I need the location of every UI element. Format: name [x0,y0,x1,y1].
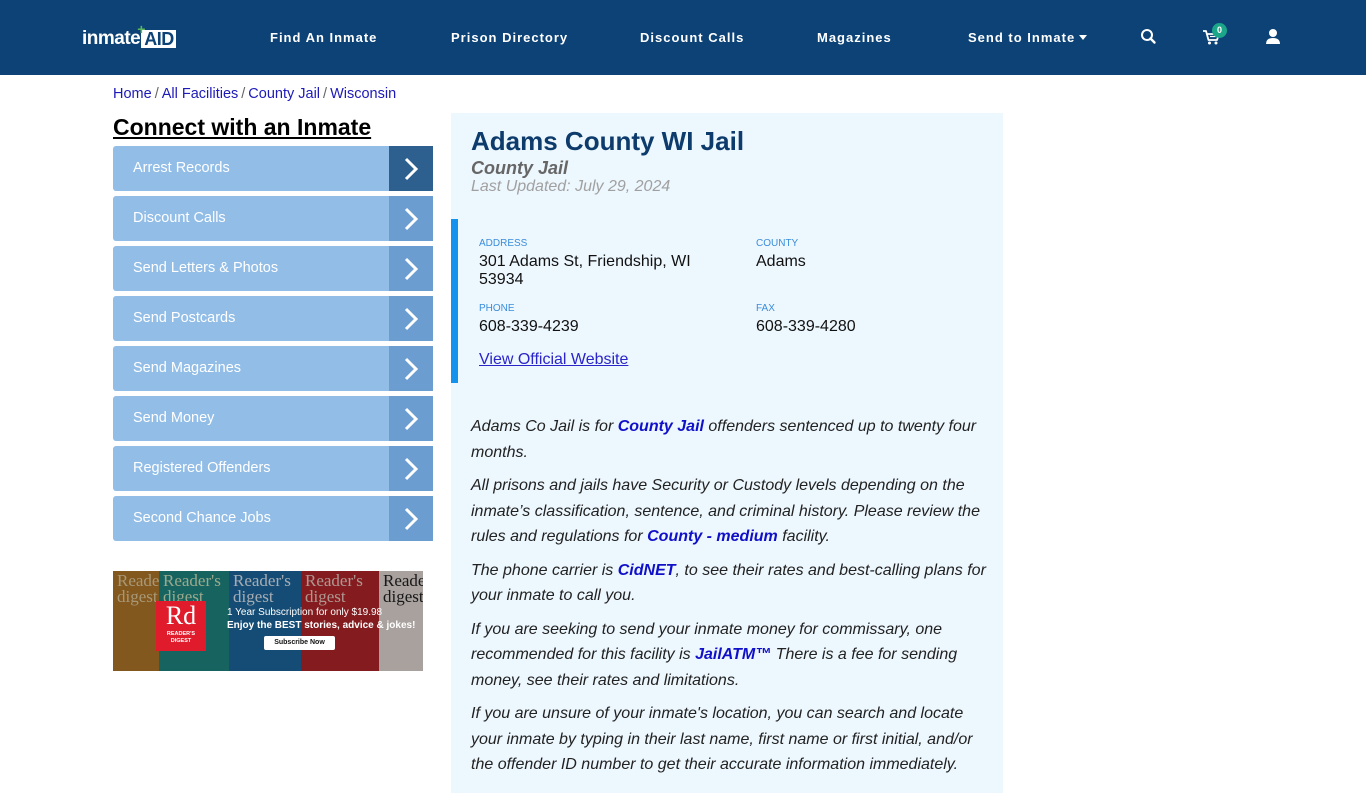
breadcrumb-home[interactable]: Home [113,86,152,102]
jailatm-link[interactable]: JailATM™ [695,646,771,663]
account-button[interactable] [1262,26,1284,48]
subscribe-now-button[interactable]: Subscribe Now [264,636,335,650]
phone-value: 608-339-4239 [479,318,579,335]
county-medium-link[interactable]: County - medium [647,528,778,545]
nav-magazines[interactable]: Magazines [817,29,892,47]
address-line2: 53934 [479,271,524,288]
chevron-right-icon [389,396,433,441]
fax-value: 608-339-4280 [756,318,856,335]
logo-text-aid: + AID [137,22,176,49]
cidnet-link[interactable]: CidNET [618,562,676,579]
ad-tagline: Enjoy the BEST stories, advice & jokes! [227,620,416,631]
paragraph-locate: If you are unsure of your inmate's locat… [471,701,991,778]
paragraph-sentence: Adams Co Jail is for County Jail offende… [471,414,991,465]
caret-down-icon [1079,35,1088,40]
logo-aid-label: AID [144,29,174,49]
address-line1: 301 Adams St, Friendship, WI [479,253,691,270]
breadcrumb-separator: / [241,86,246,102]
county-field: COUNTY Adams [756,238,806,271]
county-value: Adams [756,253,806,270]
inmateaid-logo[interactable]: inmate + AID [82,22,176,50]
facility-panel: Adams County WI Jail County Jail Last Up… [451,113,1003,793]
breadcrumb-separator: / [323,86,328,102]
phone-label: PHONE [479,303,515,314]
phone-field: PHONE 608-339-4239 [479,303,579,336]
sidebar-title: Connect with an Inmate [113,114,372,140]
text: The phone carrier is [471,561,618,579]
breadcrumb-all-facilities[interactable]: All Facilities [162,86,239,102]
last-updated: Last Updated: July 29, 2024 [471,178,671,195]
logo-text-inmate: inmate [82,28,141,49]
breadcrumb-wisconsin[interactable]: Wisconsin [330,86,396,102]
sidebar-item-send-letters-photos[interactable]: Send Letters & Photos [113,246,433,291]
nav-send-to-inmate-label: Send to Inmate [968,30,1076,45]
sidebar-item-send-postcards[interactable]: Send Postcards [113,296,433,341]
county-label: COUNTY [756,238,799,249]
search-button[interactable] [1138,26,1160,48]
chevron-right-icon [389,346,433,391]
nav-prison-directory[interactable]: Prison Directory [451,29,568,47]
sidebar-item-label: Send Letters & Photos [133,260,279,276]
sidebar-item-label: Send Magazines [133,360,242,376]
official-website-link[interactable]: View Official Website [479,350,628,370]
text: If you are unsure of your inmate's locat… [471,705,973,773]
text: facility. [777,528,830,545]
paragraph-phone-carrier: The phone carrier is CidNET, to see thei… [471,558,991,609]
chevron-right-icon [389,496,433,541]
top-navigation-bar: inmate + AID Find An Inmate Prison Direct… [0,0,1366,75]
sidebar-item-label: Arrest Records [133,160,230,176]
ad-offer-text: 1 Year Subscription for only $19.98 [227,607,383,618]
readers-digest-ad-banner[interactable]: Reader's digest Reader's digest Reader's… [113,571,423,671]
text: Adams Co Jail is for [471,418,618,435]
chevron-right-icon [389,446,433,491]
fax-field: FAX 608-339-4280 [756,303,856,336]
logo-line2: DIGEST [170,638,192,644]
chevron-right-icon [389,196,433,241]
sidebar-menu: Arrest Records Discount Calls Send Lette… [113,146,433,546]
logo-rd: Rd [165,601,197,630]
sidebar-item-arrest-records[interactable]: Arrest Records [113,146,433,191]
address-field: ADDRESS 301 Adams St, Friendship, WI 539… [479,238,719,289]
sidebar-item-label: Send Postcards [133,310,236,326]
facility-type: County Jail [471,158,569,178]
nav-discount-calls[interactable]: Discount Calls [640,29,744,47]
address-label: ADDRESS [479,238,528,249]
county-jail-link[interactable]: County Jail [618,418,704,435]
breadcrumb-county-jail[interactable]: County Jail [248,86,320,102]
paragraph-security: All prisons and jails have Security or C… [471,473,991,550]
sidebar-item-discount-calls[interactable]: Discount Calls [113,196,433,241]
breadcrumb: Home / All Facilities / County Jail / Wisconsi… [113,85,396,103]
facility-title: Adams County WI Jail [471,126,745,156]
sidebar-item-registered-offenders[interactable]: Registered Offenders [113,446,433,491]
nav-send-to-inmate[interactable]: Send to Inmate [968,29,1088,47]
facility-info-card: ADDRESS 301 Adams St, Friendship, WI 539… [451,219,1003,383]
user-icon [1266,29,1280,44]
sidebar-item-label: Discount Calls [133,210,226,226]
facility-description: Adams Co Jail is for County Jail offende… [471,414,991,786]
search-icon [1141,29,1156,44]
sidebar-item-send-money[interactable]: Send Money [113,396,433,441]
sidebar-item-send-magazines[interactable]: Send Magazines [113,346,433,391]
sidebar-item-label: Send Money [133,410,215,426]
logo-line1: READER'S [166,631,196,637]
sidebar-item-second-chance-jobs[interactable]: Second Chance Jobs [113,496,433,541]
chevron-right-icon [389,146,433,191]
fax-label: FAX [756,303,775,314]
cart-count-badge: 0 [1212,23,1227,38]
readers-digest-logo: Rd READER'S DIGEST [156,601,206,651]
paragraph-money: If you are seeking to send your inmate m… [471,617,991,694]
sidebar-item-label: Registered Offenders [133,460,271,476]
breadcrumb-separator: / [154,86,159,102]
sidebar-item-label: Second Chance Jobs [133,510,271,526]
logo-plus-icon: + [137,21,145,37]
chevron-right-icon [389,246,433,291]
nav-find-an-inmate[interactable]: Find An Inmate [270,29,377,47]
chevron-right-icon [389,296,433,341]
